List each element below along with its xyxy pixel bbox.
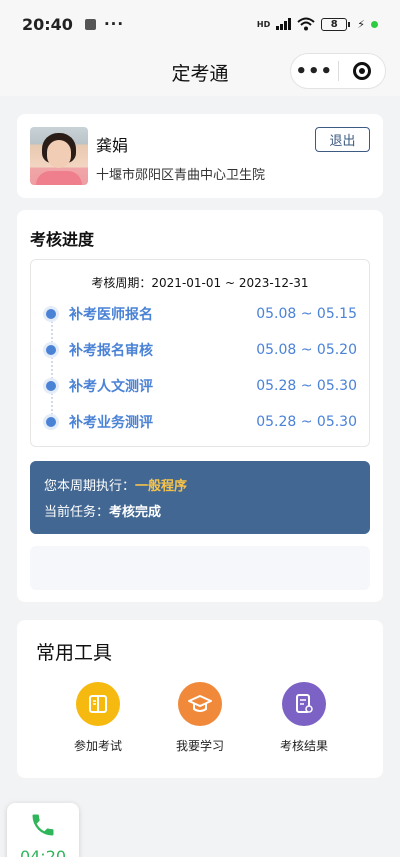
empty-placeholder-box	[30, 546, 370, 590]
timeline-dot-icon	[46, 345, 56, 355]
status-more-dots: ···	[103, 15, 125, 33]
phone-icon	[32, 814, 54, 836]
timeline-item-label: 补考医师报名	[69, 307, 153, 323]
current-task-line: 当前任务：考核完成	[44, 501, 161, 520]
tool-label: 考核结果	[279, 739, 328, 753]
execution-program-value: 一般程序	[135, 479, 188, 494]
signal-icon	[276, 18, 292, 30]
graduation-cap-icon	[178, 682, 222, 726]
page-title: 定考通	[171, 62, 229, 85]
network-type-label: HD	[256, 19, 271, 29]
mini-program-capsule: •••	[290, 53, 386, 89]
timeline-dot-icon	[46, 417, 56, 427]
study-button[interactable]: 我要学习	[150, 682, 250, 754]
current-task-value: 考核完成	[109, 505, 162, 520]
wifi-icon	[297, 17, 315, 31]
tools-card: 常用工具 参加考试 我要学习 考核结果	[17, 620, 383, 778]
status-indicators: HD 8 ⚡	[257, 17, 378, 31]
execution-program-line: 您本周期执行：一般程序	[44, 475, 187, 494]
avatar	[30, 127, 88, 185]
assessment-period: 考核周期：2021-01-01 ~ 2023-12-31	[91, 276, 309, 290]
nav-bar: 定考通 •••	[0, 48, 400, 96]
app-notification-icon	[84, 18, 96, 30]
timeline-item-label: 补考人文测评	[69, 379, 153, 395]
battery-icon: 8	[321, 17, 351, 31]
timeline-item-date: 05.08 ~ 05.15	[256, 306, 357, 322]
timeline-dot-icon	[46, 381, 56, 391]
assessment-result-button[interactable]: 考核结果	[254, 682, 354, 754]
user-organization: 十堰市郧阳区青曲中心卫生院	[96, 168, 266, 183]
timeline-item-label: 补考报名审核	[69, 343, 153, 359]
timeline-item[interactable]: 补考医师报名 05.08 ~ 05.15	[31, 302, 371, 326]
timeline-item[interactable]: 补考业务测评 05.28 ~ 05.30	[31, 410, 371, 434]
status-time: 20:40	[22, 14, 73, 34]
call-duration: 04:20	[19, 847, 67, 857]
timeline-item[interactable]: 补考报名审核 05.08 ~ 05.20	[31, 338, 371, 362]
timeline-line	[51, 314, 53, 422]
logout-button[interactable]: 退出	[315, 127, 370, 152]
take-exam-button[interactable]: 参加考试	[48, 682, 148, 754]
timeline-item[interactable]: 补考人文测评 05.28 ~ 05.30	[31, 374, 371, 398]
more-menu-button[interactable]: •••	[291, 61, 338, 82]
timeline-item-date: 05.28 ~ 05.30	[256, 378, 357, 394]
book-icon	[76, 682, 120, 726]
assessment-period-box: 考核周期：2021-01-01 ~ 2023-12-31 补考医师报名 05.0…	[30, 259, 370, 447]
user-name: 龚娟	[96, 136, 129, 155]
current-status-box: 您本周期执行：一般程序 当前任务：考核完成	[30, 461, 370, 534]
status-bar: 20:40 ··· HD 8 ⚡	[0, 0, 400, 48]
current-task-label: 当前任务：	[44, 505, 110, 520]
battery-level: 8	[330, 18, 338, 30]
timeline-item-label: 补考业务测评	[69, 415, 153, 431]
charging-bolt-icon: ⚡	[357, 17, 365, 31]
timeline-item-date: 05.08 ~ 05.20	[256, 342, 357, 358]
timeline-item-date: 05.28 ~ 05.30	[256, 414, 357, 430]
progress-card: 考核进度 考核周期：2021-01-01 ~ 2023-12-31 补考医师报名…	[17, 210, 383, 602]
profile-card: 龚娟 十堰市郧阳区青曲中心卫生院 退出	[17, 114, 383, 198]
tool-label: 我要学习	[175, 739, 224, 753]
tools-section-title: 常用工具	[36, 642, 113, 664]
execution-program-label: 您本周期执行：	[44, 479, 136, 494]
progress-section-title: 考核进度	[30, 230, 95, 249]
result-report-icon	[282, 682, 326, 726]
timeline-dot-icon	[46, 309, 56, 319]
close-mini-program-button[interactable]	[339, 62, 386, 80]
close-target-icon	[352, 62, 371, 80]
tool-label: 参加考试	[73, 739, 122, 753]
floating-call-widget[interactable]: 04:20	[7, 803, 79, 857]
charging-indicator-icon	[371, 20, 378, 28]
